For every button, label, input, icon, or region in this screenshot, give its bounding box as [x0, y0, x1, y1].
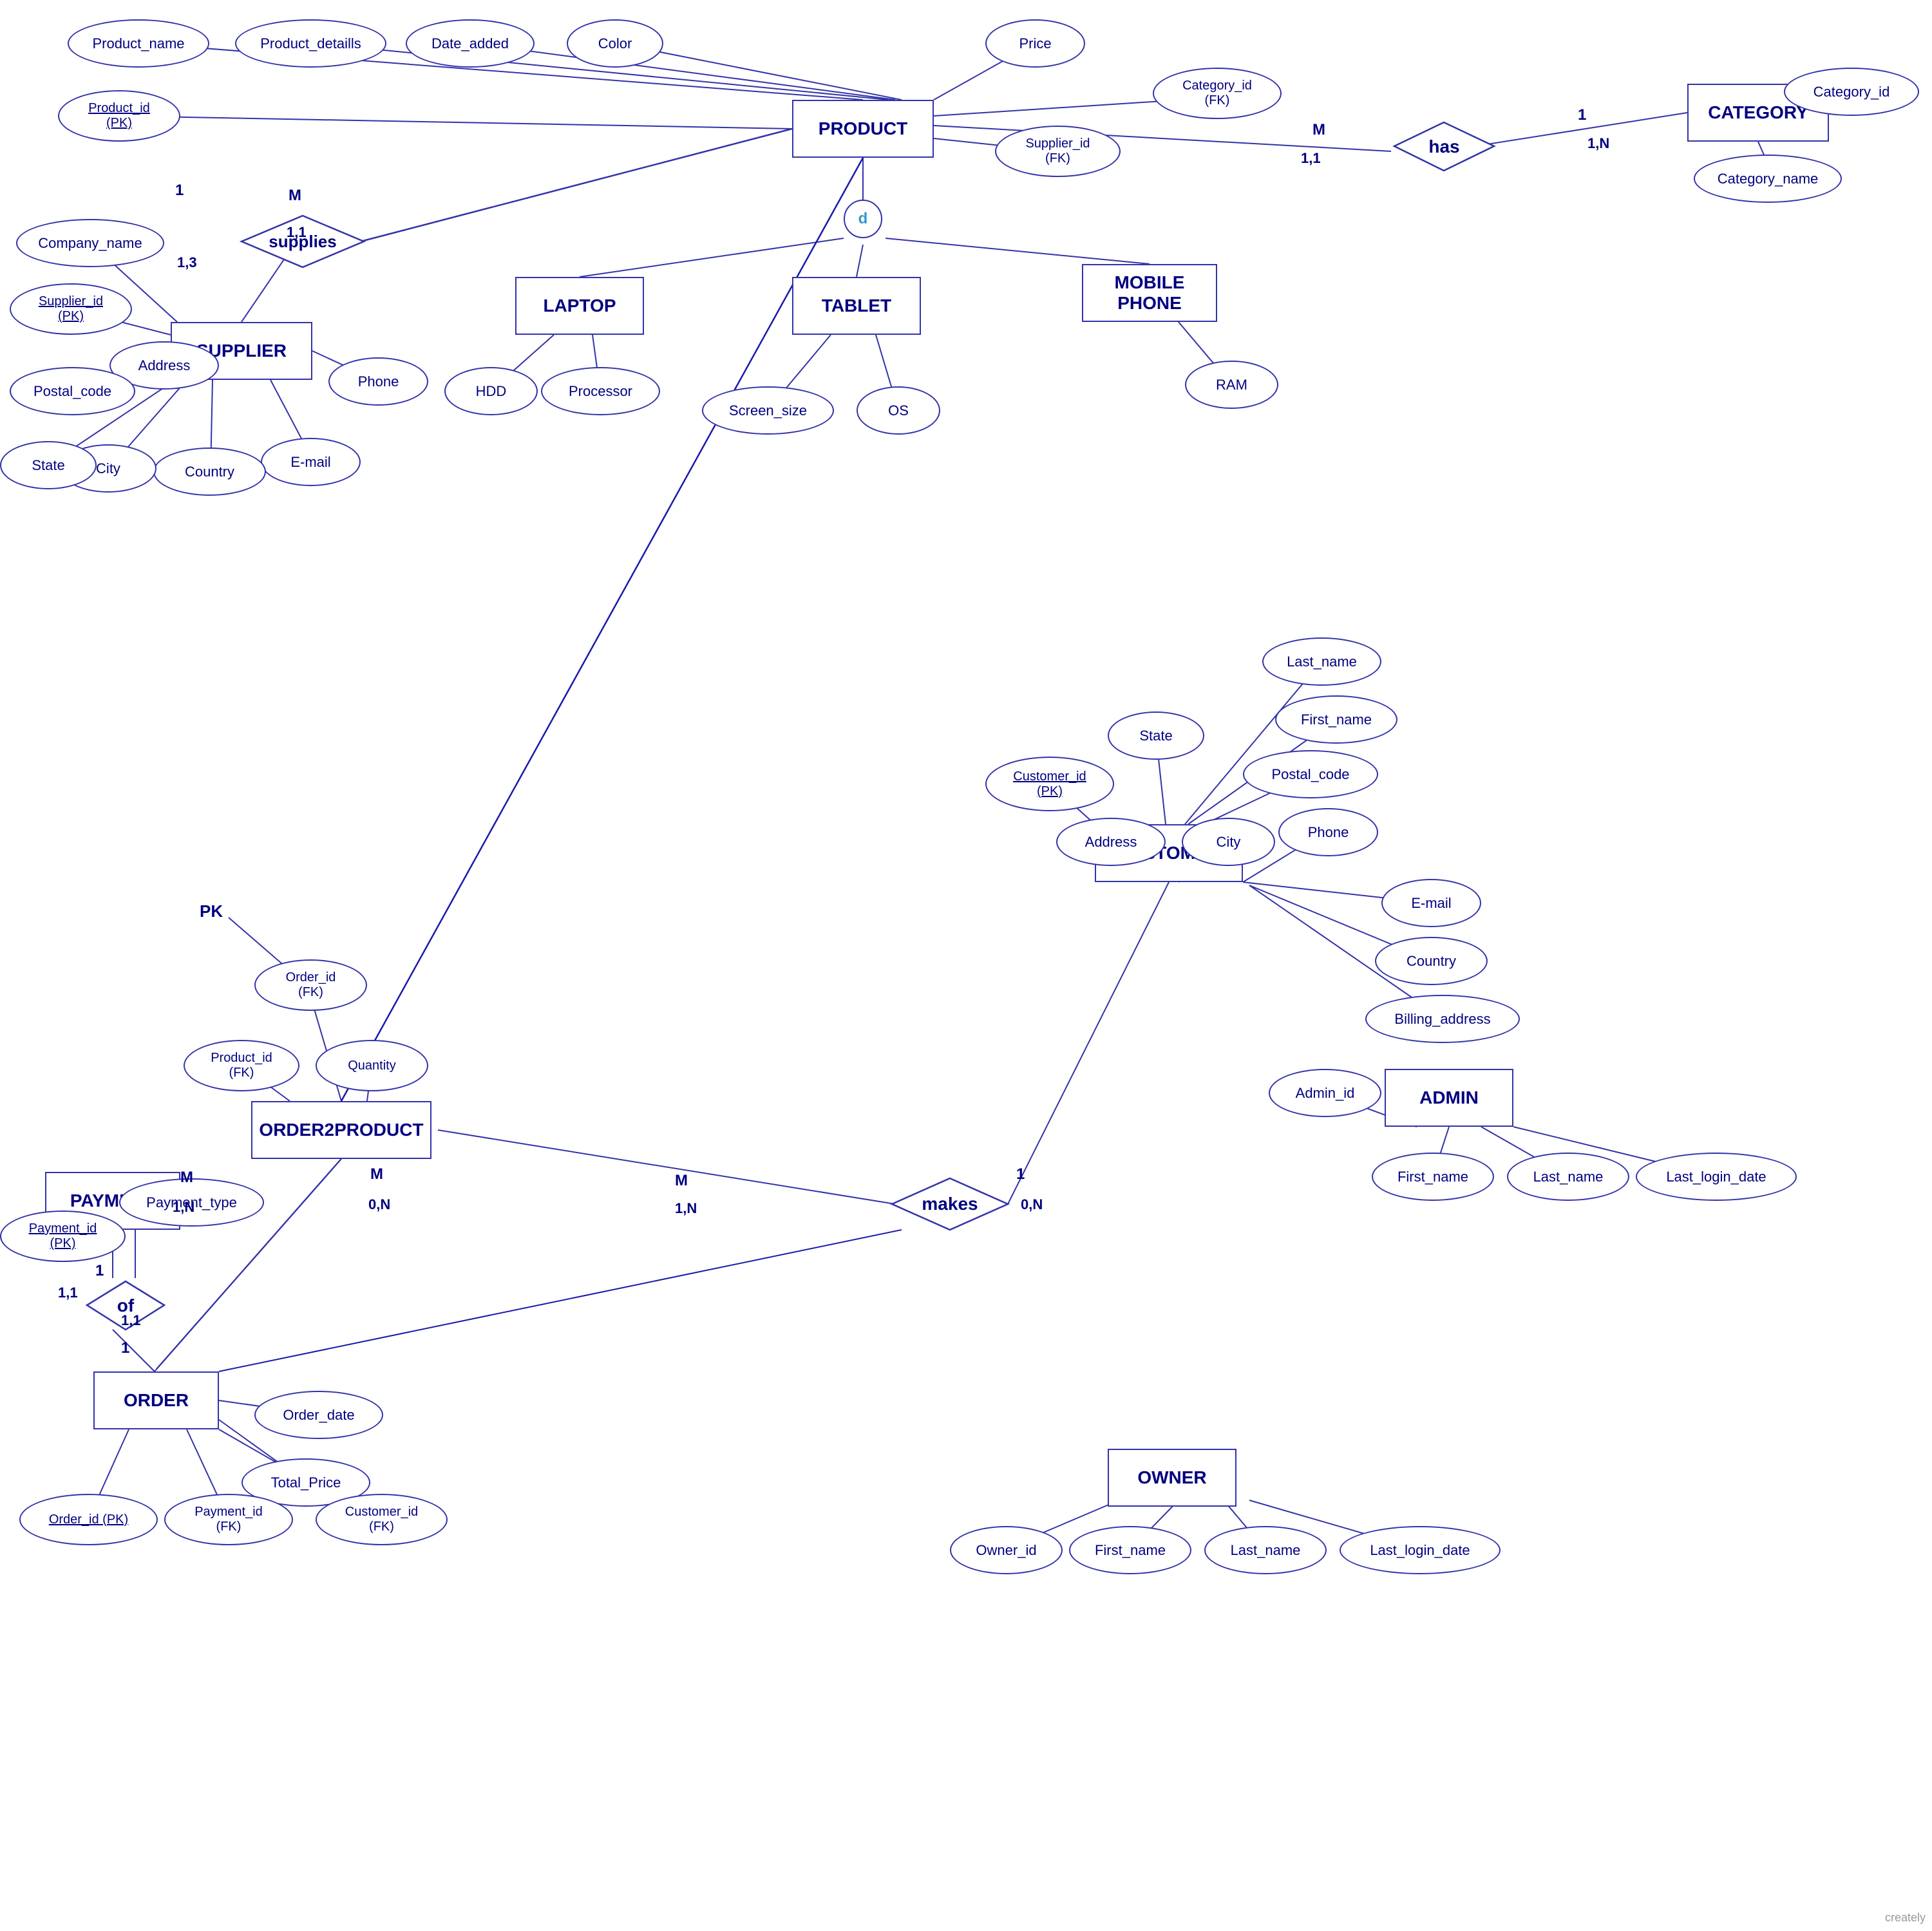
card-cat-11: 1,1	[1301, 150, 1321, 167]
attr-screen-size: Screen_size	[702, 386, 834, 435]
attr-first-name-owner: First_name	[1069, 1526, 1191, 1574]
attr-state-sup: State	[0, 441, 97, 489]
card-o2p-ord-1n: 1,N	[173, 1199, 194, 1216]
attr-category-id: Category_id	[1784, 68, 1919, 116]
relationship-makes: makes	[889, 1175, 1011, 1233]
entity-mobile-phone: MOBILE PHONE	[1082, 264, 1217, 322]
card-sup-m: M	[289, 187, 301, 205]
attr-email-cust: E-mail	[1381, 879, 1481, 927]
card-o2p-m: M	[370, 1165, 383, 1183]
entity-product: PRODUCT	[792, 100, 934, 158]
card-cat-1n: 1,N	[1587, 135, 1609, 152]
card-makes-1n: 1,N	[675, 1200, 697, 1217]
attr-product-id-pk: Product_id(PK)	[58, 90, 180, 142]
attr-order-id-pk: Order_id (PK)	[19, 1494, 158, 1545]
attr-last-name-owner: Last_name	[1204, 1526, 1327, 1574]
card-of-pay-1: 1	[95, 1262, 104, 1280]
attr-email-sup: E-mail	[261, 438, 361, 486]
card-makes-m1: M	[675, 1172, 688, 1190]
attr-order-id-fk: Order_id(FK)	[254, 959, 367, 1011]
card-o2p-0n: 0,N	[368, 1196, 390, 1213]
relationship-supplies: supplies	[238, 212, 367, 270]
attr-last-login-admin: Last_login_date	[1636, 1153, 1797, 1201]
card-sup-11: 1,1	[287, 224, 307, 241]
entity-admin: ADMIN	[1385, 1069, 1513, 1127]
attr-first-name-admin: First_name	[1372, 1153, 1494, 1201]
attr-hdd: HDD	[444, 367, 538, 415]
entity-owner: OWNER	[1108, 1449, 1236, 1507]
attr-customer-id-fk-order: Customer_id(FK)	[316, 1494, 448, 1545]
attr-country-sup: Country	[153, 447, 266, 496]
entity-laptop: LAPTOP	[515, 277, 644, 335]
attr-quantity: Quantity	[316, 1040, 428, 1091]
attr-price: Price	[985, 19, 1085, 68]
card-sup-1: 1	[175, 182, 184, 200]
attr-os: OS	[857, 386, 940, 435]
attr-ram: RAM	[1185, 361, 1278, 409]
attr-last-login-owner: Last_login_date	[1340, 1526, 1501, 1574]
card-o2p-ord-m: M	[180, 1169, 193, 1187]
attr-owner-id: Owner_id	[950, 1526, 1063, 1574]
attr-billing-address: Billing_address	[1365, 995, 1520, 1043]
attr-color: Color	[567, 19, 663, 68]
attr-processor: Processor	[541, 367, 660, 415]
watermark: creately	[1885, 1911, 1926, 1925]
card-of-pay-11: 1,1	[58, 1285, 78, 1301]
attr-state-cust: State	[1108, 711, 1204, 760]
attr-customer-id-pk: Customer_id(PK)	[985, 757, 1114, 811]
attr-product-details: Product_detaills	[235, 19, 386, 68]
attr-supplier-id-pk: Supplier_id(PK)	[10, 283, 132, 335]
attr-order-date: Order_date	[254, 1391, 383, 1439]
card-makes-1: 1	[1016, 1165, 1025, 1183]
attr-supplier-id-fk: Supplier_id(FK)	[995, 126, 1121, 177]
attr-product-name: Product_name	[68, 19, 209, 68]
isa-circle: d	[844, 200, 882, 238]
card-cat-m: M	[1312, 121, 1325, 139]
attr-city-cust: City	[1182, 818, 1275, 866]
attr-country-cust: Country	[1375, 937, 1488, 985]
card-sup-13: 1,3	[177, 254, 197, 271]
entity-tablet: TABLET	[792, 277, 921, 335]
attr-product-id-fk2: Product_id(FK)	[184, 1040, 299, 1091]
attr-last-name-admin: Last_name	[1507, 1153, 1629, 1201]
attr-phone-sup: Phone	[328, 357, 428, 406]
attr-company-name: Company_name	[16, 219, 164, 267]
attr-date-added: Date_added	[406, 19, 535, 68]
entity-order: ORDER	[93, 1371, 219, 1429]
relationship-has: has	[1391, 119, 1497, 174]
attr-postal-code-cust: Postal_code	[1243, 750, 1378, 798]
attr-last-name-cust: Last_name	[1262, 637, 1381, 686]
card-of-ord-11: 1,1	[121, 1312, 141, 1329]
attr-category-id-fk: Category_id(FK)	[1153, 68, 1282, 119]
attr-first-name-cust: First_name	[1275, 695, 1397, 744]
card-makes-0n: 0,N	[1021, 1196, 1043, 1213]
card-of-ord-1: 1	[121, 1339, 129, 1357]
attr-address-cust: Address	[1056, 818, 1166, 866]
pk-label: PK	[200, 901, 223, 921]
attr-phone-cust: Phone	[1278, 808, 1378, 856]
entity-order2product: ORDER2PRODUCT	[251, 1101, 431, 1159]
attr-payment-id-fk-order: Payment_id(FK)	[164, 1494, 293, 1545]
attr-payment-id-pk: Payment_id(PK)	[0, 1210, 126, 1262]
card-cat-1: 1	[1578, 106, 1586, 124]
diagram-container: PRODUCT SUPPLIER CATEGORY LAPTOP TABLET …	[0, 0, 1932, 1931]
attr-category-name: Category_name	[1694, 155, 1842, 203]
attr-postal-code-sup: Postal_code	[10, 367, 135, 415]
attr-admin-id: Admin_id	[1269, 1069, 1381, 1117]
